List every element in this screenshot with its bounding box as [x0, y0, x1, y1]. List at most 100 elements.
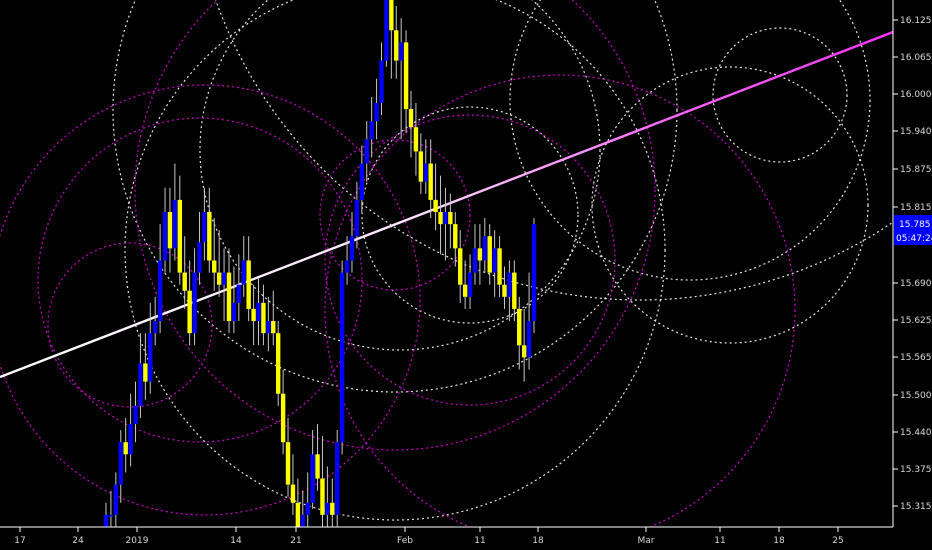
candle-body — [335, 442, 340, 515]
candle-body — [521, 345, 527, 358]
price-tick-label: 15.815 — [900, 203, 932, 213]
price-tick-label: 16.000 — [900, 90, 932, 100]
candle-body — [226, 272, 232, 322]
price-tick-label: 15.690 — [900, 279, 932, 289]
candle-body — [344, 260, 350, 273]
candle-body — [256, 302, 261, 322]
candle-body — [398, 42, 404, 61]
candle-body — [305, 502, 310, 515]
price-tick-label: 15.375 — [900, 465, 932, 475]
time-tick-label: 17 — [14, 536, 25, 546]
candle-body — [212, 260, 217, 273]
candle-body — [339, 272, 345, 443]
candle-body — [507, 272, 512, 297]
candle-body — [182, 272, 187, 291]
current-price-badge: 15.785 05:47:24 — [894, 215, 932, 245]
candle-body — [261, 302, 266, 334]
candle-body — [384, 0, 389, 61]
candle-body — [512, 272, 517, 309]
candle-body — [502, 284, 507, 297]
candle-body — [271, 321, 276, 334]
candle-body — [300, 514, 305, 527]
candle-body — [172, 199, 178, 249]
countdown-label: 05:47:24 — [896, 234, 932, 244]
candle-body — [462, 284, 468, 297]
candle-body — [403, 42, 409, 110]
candle-body — [472, 248, 478, 273]
candle-body — [453, 224, 458, 249]
candle-body — [482, 236, 488, 261]
candle-body — [531, 224, 537, 322]
candle-body — [251, 308, 256, 322]
time-tick-label: 24 — [72, 536, 84, 546]
candle-body — [330, 502, 335, 515]
price-tick-label: 15.940 — [900, 127, 932, 137]
candle-body — [369, 121, 374, 140]
time-tick-label: 2019 — [126, 536, 149, 546]
candle-body — [433, 199, 438, 213]
candle-body — [162, 212, 168, 261]
candle-body — [477, 248, 483, 261]
candle-body — [408, 109, 414, 128]
candle-body — [202, 212, 207, 243]
candle-body — [517, 308, 522, 346]
candle-body — [197, 242, 202, 273]
candle-body — [246, 260, 251, 309]
price-tick-label: 15.875 — [900, 165, 932, 175]
candle-body — [374, 102, 379, 122]
chart-container: 16.125 16.065 16.000 15.940 15.875 15.815 15.6… — [0, 0, 932, 550]
candle-body — [285, 442, 291, 485]
candle-body — [207, 212, 212, 261]
time-tick-label: 11 — [714, 536, 725, 546]
candle-body — [138, 363, 143, 406]
candle-body — [359, 163, 365, 200]
candlestick-chart: 16.125 16.065 16.000 15.940 15.875 15.815 15.6… — [0, 0, 932, 550]
time-tick-label: 18 — [773, 536, 785, 546]
candle-body — [123, 442, 128, 455]
candle-body — [379, 60, 384, 103]
price-tick-label: 15.440 — [900, 428, 932, 438]
candle-body — [290, 484, 296, 503]
time-tick-label: 21 — [290, 536, 301, 546]
candle-body — [216, 272, 222, 285]
candle-body — [133, 405, 138, 425]
candle-body — [236, 284, 242, 303]
price-tick-label: 16.065 — [900, 53, 932, 63]
candle-body — [148, 333, 153, 382]
candle-body — [458, 248, 463, 285]
time-tick-label: 11 — [474, 536, 485, 546]
candle-body — [192, 272, 197, 334]
price-tick-label: 15.625 — [900, 316, 932, 326]
candle-body — [187, 290, 192, 334]
candle-body — [389, 0, 394, 31]
price-tick-label: 15.315 — [900, 502, 932, 512]
candle-body — [143, 363, 148, 382]
time-tick-label: 25 — [832, 536, 843, 546]
candle-body — [157, 260, 163, 322]
candle-body — [443, 212, 448, 225]
candle-body — [413, 127, 419, 152]
candle-body — [487, 236, 492, 273]
current-price-label: 15.785 — [899, 220, 931, 230]
candle-body — [438, 212, 443, 225]
candle-body — [349, 236, 355, 261]
candle-body — [428, 163, 433, 200]
candle-body — [526, 321, 532, 358]
price-tick-label: 15.500 — [900, 391, 932, 401]
candle-body — [280, 393, 286, 443]
candle-body — [315, 454, 320, 479]
candle-body — [354, 199, 360, 237]
time-tick-label: Mar — [638, 536, 655, 546]
candle-body — [295, 502, 301, 527]
candle-body — [231, 302, 237, 322]
candle-body — [320, 478, 325, 515]
candle-body — [394, 30, 399, 61]
candle-body — [275, 333, 281, 394]
candle-body — [177, 199, 182, 273]
candle-body — [364, 139, 369, 164]
candle-body — [113, 484, 119, 515]
candle-body — [325, 502, 330, 515]
candle-body — [152, 321, 158, 334]
time-tick-label: Feb — [397, 536, 413, 546]
candle-body — [497, 248, 502, 285]
